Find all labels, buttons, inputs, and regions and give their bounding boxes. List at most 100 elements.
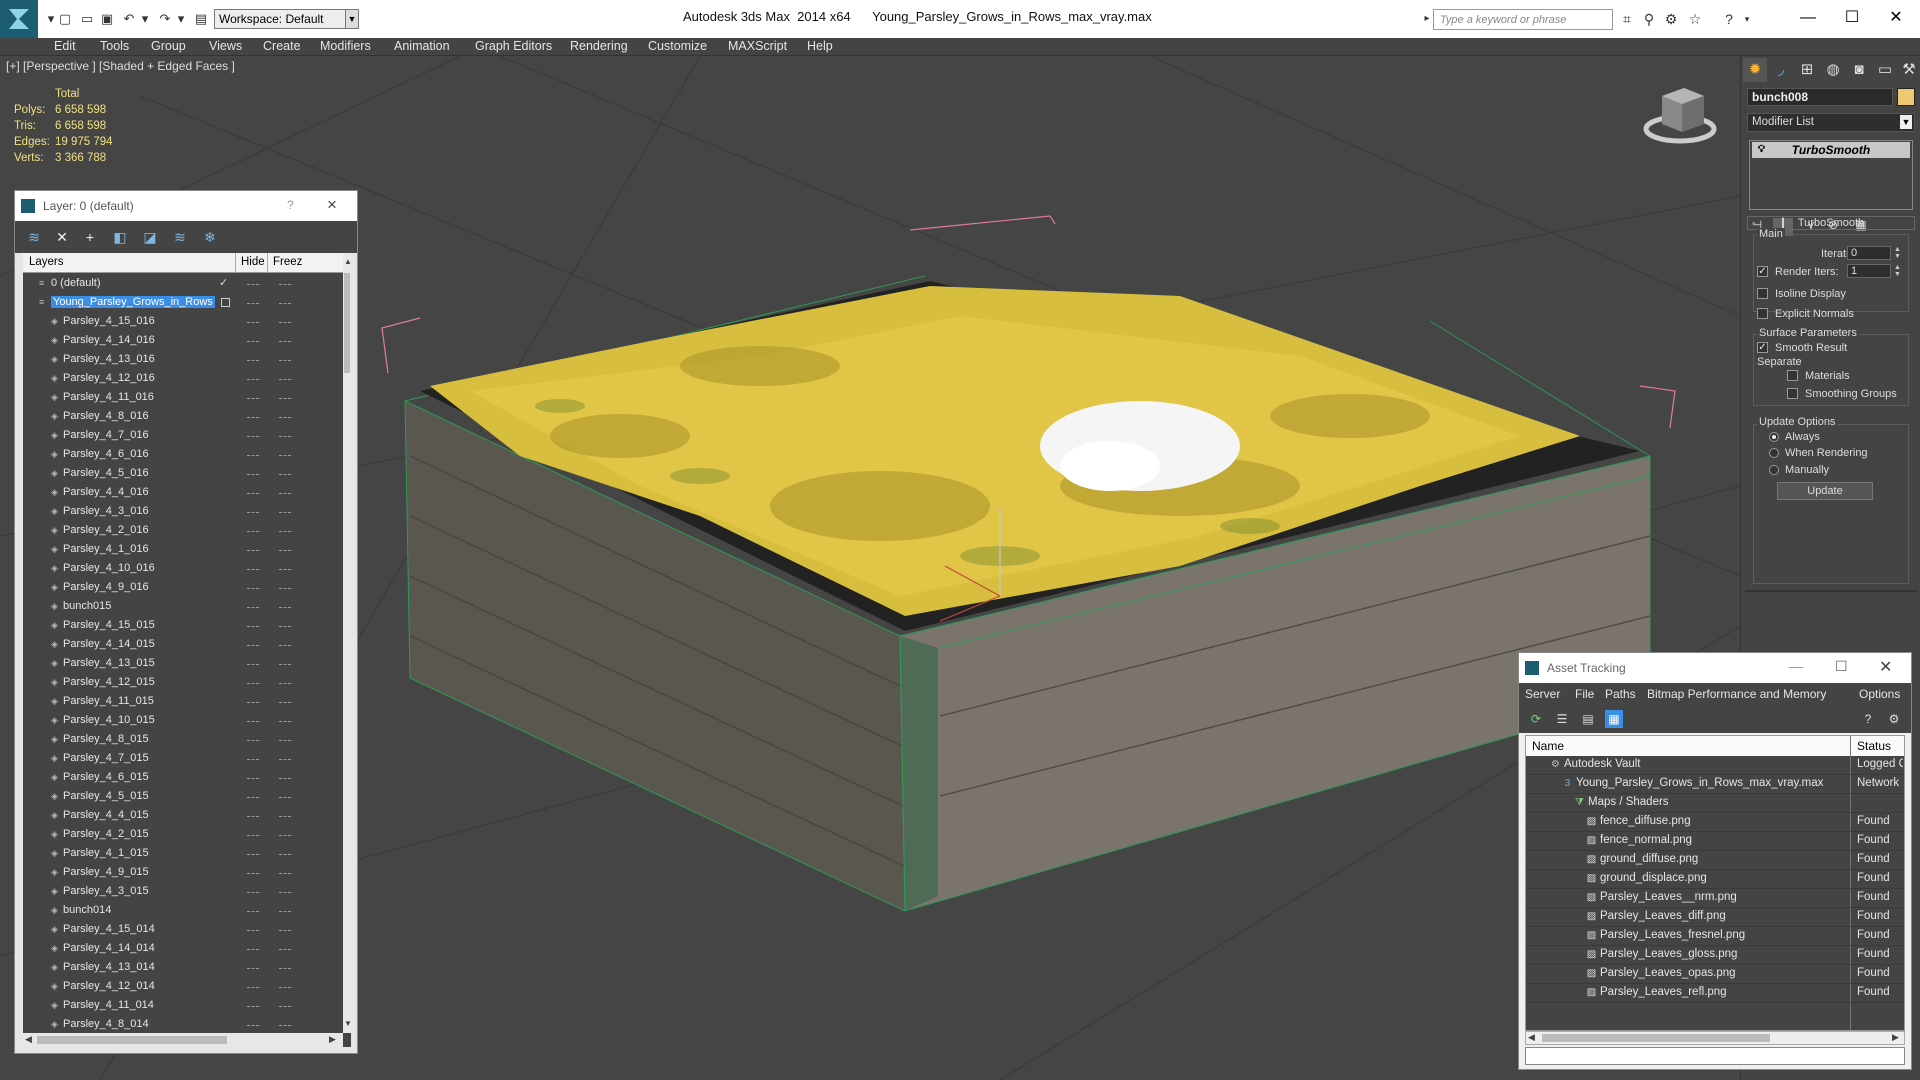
scroll-down-icon[interactable]: ▼: [344, 1019, 352, 1029]
menu-customize[interactable]: Customize: [648, 39, 707, 53]
hide-toggle[interactable]: [247, 759, 259, 760]
freeze-toggle[interactable]: [279, 702, 291, 703]
asset-row[interactable]: ⧩ Maps / Shaders: [1526, 794, 1904, 813]
help-icon[interactable]: ?: [1720, 10, 1738, 28]
workspace-dropdown-arrow-icon[interactable]: ▼: [345, 9, 359, 29]
iterations-spinner[interactable]: 0: [1847, 246, 1891, 260]
hide-toggle[interactable]: [247, 1006, 259, 1007]
asset-row[interactable]: 3 Young_Parsley_Grows_in_Rows_max_vray.ma…: [1526, 775, 1904, 794]
hide-toggle[interactable]: [247, 721, 259, 722]
freeze-toggle[interactable]: [279, 683, 291, 684]
freeze-toggle[interactable]: [279, 588, 291, 589]
hide-toggle[interactable]: [247, 569, 259, 570]
hscrollbar-thumb[interactable]: [37, 1036, 227, 1044]
hide-toggle[interactable]: [247, 531, 259, 532]
viewport-label[interactable]: [+] [Perspective ] [Shaded + Edged Faces…: [6, 59, 235, 73]
hide-toggle[interactable]: [247, 303, 259, 304]
freeze-toggle[interactable]: [279, 569, 291, 570]
freeze-toggle[interactable]: [279, 949, 291, 950]
hide-toggle[interactable]: [247, 873, 259, 874]
layer-object-row[interactable]: ◈ Parsley_4_10_015: [23, 712, 343, 731]
isoline-display-checkbox[interactable]: [1757, 288, 1768, 299]
menu-file[interactable]: File: [1575, 687, 1594, 701]
menu-bitmap-performance[interactable]: Bitmap Performance and Memory: [1647, 687, 1826, 701]
freeze-toggle[interactable]: [279, 797, 291, 798]
layer-object-row[interactable]: ◈ Parsley_4_13_015: [23, 655, 343, 674]
freeze-toggle[interactable]: [279, 1006, 291, 1007]
freeze-toggle[interactable]: [279, 816, 291, 817]
menu-help[interactable]: Help: [807, 39, 833, 53]
asset-row[interactable]: ▨ fence_normal.png Found: [1526, 832, 1904, 851]
list-view-icon[interactable]: ☰: [1553, 710, 1571, 728]
layer-object-row[interactable]: ◈ Parsley_4_8_015: [23, 731, 343, 750]
favorites-star-icon[interactable]: ☆: [1686, 10, 1704, 28]
hide-toggle[interactable]: [247, 360, 259, 361]
scroll-left-icon[interactable]: ◀: [1528, 1032, 1535, 1043]
hide-toggle[interactable]: [247, 664, 259, 665]
freeze-toggle[interactable]: [279, 626, 291, 627]
freeze-toggle[interactable]: [279, 759, 291, 760]
layer-object-row[interactable]: ◈ Parsley_4_2_015: [23, 826, 343, 845]
set-current-layer-box[interactable]: [221, 298, 230, 307]
modifier-stack[interactable]: 💡︎ TurboSmooth: [1749, 140, 1913, 210]
hide-toggle[interactable]: [247, 626, 259, 627]
add-to-layer-icon[interactable]: +: [81, 228, 99, 246]
modifier-stack-item[interactable]: 💡︎ TurboSmooth: [1752, 142, 1910, 158]
when-rendering-radio[interactable]: [1769, 448, 1779, 458]
layer-object-row[interactable]: ◈ Parsley_4_1_015: [23, 845, 343, 864]
status-column[interactable]: Status: [1857, 739, 1891, 753]
asset-row[interactable]: ▨ Parsley_Leaves_refl.png Found: [1526, 984, 1904, 1003]
layer-object-row[interactable]: ◈ Parsley_4_15_015: [23, 617, 343, 636]
hide-toggle[interactable]: [247, 645, 259, 646]
layer-vertical-scrollbar[interactable]: ▲ ▼: [343, 253, 352, 1033]
asset-row[interactable]: ▨ ground_diffuse.png Found: [1526, 851, 1904, 870]
asset-path-field[interactable]: [1525, 1047, 1905, 1065]
hide-toggle[interactable]: [247, 588, 259, 589]
manually-radio[interactable]: [1769, 465, 1779, 475]
hide-toggle[interactable]: [247, 702, 259, 703]
explicit-normals-checkbox[interactable]: [1757, 308, 1768, 319]
freeze-toggle[interactable]: [279, 607, 291, 608]
hide-toggle[interactable]: [247, 379, 259, 380]
freeze-toggle[interactable]: [279, 645, 291, 646]
asset-row[interactable]: ▨ Parsley_Leaves_gloss.png Found: [1526, 946, 1904, 965]
freeze-toggle[interactable]: [279, 930, 291, 931]
menu-options[interactable]: Options: [1859, 687, 1900, 701]
asset-row[interactable]: ▨ fence_diffuse.png Found: [1526, 813, 1904, 832]
freeze-toggle[interactable]: [279, 360, 291, 361]
render-iters-checkbox[interactable]: ✓: [1757, 266, 1768, 277]
freeze-toggle[interactable]: [279, 892, 291, 893]
update-button[interactable]: Update: [1777, 482, 1873, 500]
freeze-toggle[interactable]: [279, 721, 291, 722]
menu-modifiers[interactable]: Modifiers: [320, 39, 371, 53]
motion-tab-icon[interactable]: ◍: [1821, 58, 1845, 82]
render-iters-spinner[interactable]: 1: [1847, 264, 1891, 278]
freeze-toggle[interactable]: [279, 911, 291, 912]
open-file-icon[interactable]: ▭: [78, 10, 96, 28]
menu-tools[interactable]: Tools: [100, 39, 129, 53]
layer-object-row[interactable]: ◈ Parsley_4_9_016: [23, 579, 343, 598]
delete-layer-icon[interactable]: ✕: [53, 228, 71, 246]
hide-column[interactable]: Hide: [241, 256, 265, 268]
hide-toggle[interactable]: [247, 930, 259, 931]
help-button[interactable]: ?: [287, 198, 294, 212]
undo-dropdown-icon[interactable]: ▾: [136, 10, 154, 28]
layer-object-row[interactable]: ◈ Parsley_4_4_016: [23, 484, 343, 503]
asset-dialog-title-bar[interactable]: Asset Tracking — ☐ ✕: [1519, 653, 1911, 683]
layer-object-row[interactable]: ◈ Parsley_4_14_014: [23, 940, 343, 959]
asset-horizontal-scrollbar[interactable]: ◀ ▶: [1525, 1031, 1905, 1045]
layer-object-row[interactable]: ◈ Parsley_4_13_016: [23, 351, 343, 370]
layer-object-row[interactable]: ◈ Parsley_4_11_014: [23, 997, 343, 1016]
create-tab-icon[interactable]: ✹: [1743, 58, 1767, 82]
layer-horizontal-scrollbar[interactable]: ◀ ▶: [23, 1033, 343, 1047]
project-folder-icon[interactable]: ▤: [192, 10, 210, 28]
hide-toggle[interactable]: [247, 778, 259, 779]
layer-row[interactable]: ≡ Young_Parsley_Grows_in_Rows: [23, 294, 343, 313]
layer-object-row[interactable]: ◈ Parsley_4_1_016: [23, 541, 343, 560]
menu-paths[interactable]: Paths: [1605, 687, 1636, 701]
freeze-toggle[interactable]: [279, 379, 291, 380]
hide-toggle[interactable]: [247, 436, 259, 437]
hide-toggle[interactable]: [247, 854, 259, 855]
asset-row[interactable]: ▨ Parsley_Leaves__nrm.png Found: [1526, 889, 1904, 908]
menu-group[interactable]: Group: [151, 39, 186, 53]
